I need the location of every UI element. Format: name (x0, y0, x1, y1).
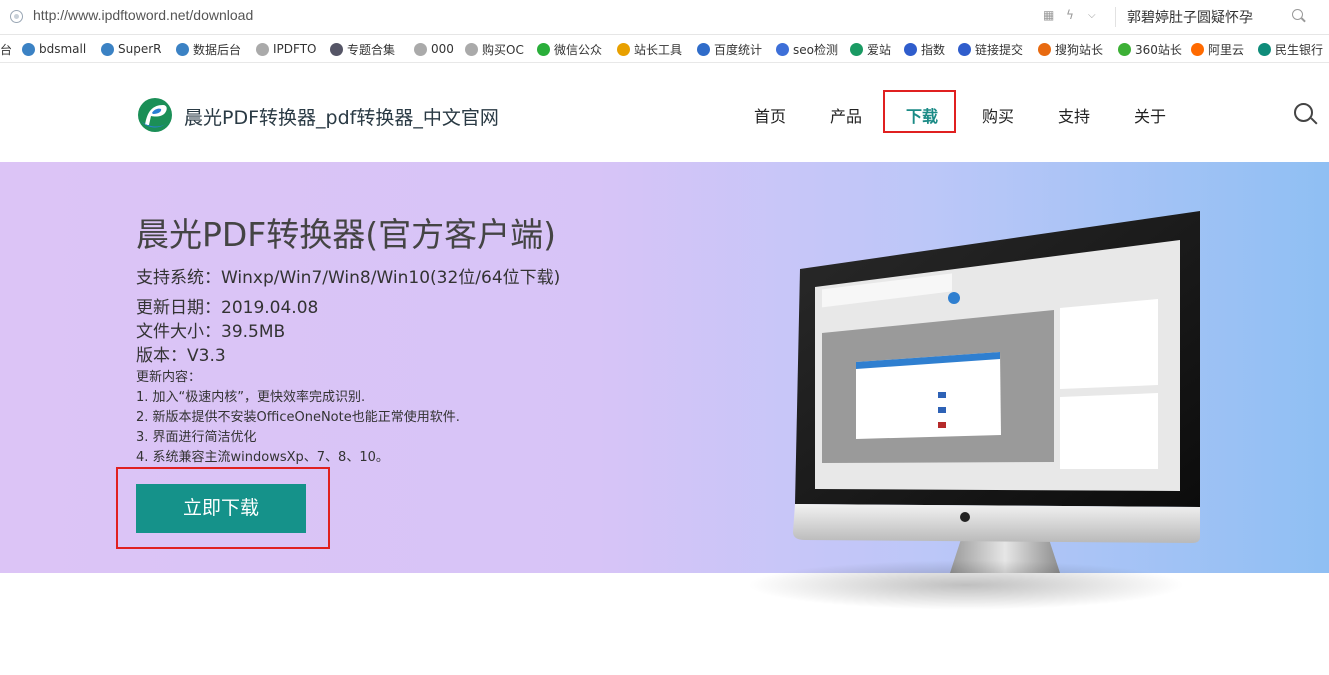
baidu-paw-icon (904, 42, 917, 56)
nav-buy[interactable]: 购买 (982, 103, 1014, 127)
bookmark-item[interactable]: 阿里云 (1191, 40, 1244, 58)
bookmark-item[interactable]: 台 (0, 40, 12, 58)
bookmark-item[interactable]: 民生银行 (1258, 40, 1323, 58)
nav-support[interactable]: 支持 (1058, 103, 1090, 127)
bookmark-label: 百度统计 (714, 42, 763, 57)
page-icon (465, 42, 478, 56)
aliyun-icon (1191, 42, 1204, 56)
sogou-icon (1038, 42, 1051, 56)
bookmark-item[interactable]: SuperR (101, 40, 162, 58)
download-button-highlight (116, 467, 330, 549)
nav-home[interactable]: 首页 (754, 103, 786, 127)
bookmark-item[interactable]: 000 (414, 40, 454, 58)
bookmark-label: seo检测 (793, 42, 838, 57)
nav-about[interactable]: 关于 (1134, 103, 1166, 127)
nav-download-highlight (883, 90, 956, 133)
globe-icon (176, 42, 189, 56)
bookmark-item[interactable]: 购买OC (465, 40, 524, 58)
site-title[interactable]: 晨光PDF转换器_pdf转换器_中文官网 (184, 103, 499, 130)
url-field[interactable]: http://www.ipdftoword.net/download (33, 7, 253, 23)
bookmark-item[interactable]: 搜狗站长 (1038, 40, 1103, 58)
bookmark-label: IPDFTO (273, 42, 317, 56)
bookmark-item[interactable]: 数据后台 (176, 40, 241, 58)
monitor-shadow (746, 560, 1186, 610)
file-size: 文件大小：39.5MB (136, 322, 286, 342)
changelog-item: 2. 新版本提供不安装OfficeOneNote也能正常使用软件. (136, 410, 460, 425)
bookmark-label: 数据后台 (193, 42, 242, 57)
baidu-paw-icon (958, 42, 971, 56)
bookmark-label: 360站长 (1135, 42, 1182, 57)
version: 版本：V3.3 (136, 346, 226, 366)
changelog-item: 4. 系统兼容主流windowsXp、7、8、10。 (136, 450, 389, 465)
bookmark-item[interactable]: 百度统计 (697, 40, 762, 58)
tool-icon (617, 42, 630, 56)
wechat-icon (537, 42, 550, 56)
bookmark-item[interactable]: 链接提交 (958, 40, 1023, 58)
bookmark-item[interactable]: IPDFTO (256, 40, 316, 58)
supported-systems: 支持系统：Winxp/Win7/Win8/Win10(32位/64位下载) (136, 268, 561, 288)
bookmark-label: 站长工具 (634, 42, 683, 57)
bookmark-label: SuperR (118, 42, 162, 56)
update-date: 更新日期：2019.04.08 (136, 298, 319, 318)
chart-icon (697, 42, 710, 56)
bookmark-label: 微信公众 (554, 42, 603, 57)
globe-icon (330, 42, 343, 56)
bookmark-label: 指数 (921, 42, 946, 57)
chevron-down-icon[interactable]: ⌵ (1088, 10, 1096, 21)
bookmark-label: 搜狗站长 (1055, 42, 1104, 57)
bookmark-label: 购买OC (482, 42, 524, 57)
address-bar: http://www.ipdftoword.net/download ▦ ϟ ⌵… (0, 0, 1329, 35)
globe-icon (101, 42, 114, 56)
bookmark-item[interactable]: 微信公众 (537, 40, 602, 58)
bookmark-item[interactable]: 爱站 (850, 40, 891, 58)
monitor-illustration (793, 211, 1200, 573)
download-banner: 晨光PDF转换器(官方客户端) 支持系统：Winxp/Win7/Win8/Win… (0, 162, 1329, 573)
bookmark-label: 爱站 (867, 42, 892, 57)
lightning-icon[interactable]: ϟ (1066, 8, 1074, 22)
bookmark-item[interactable]: 指数 (904, 40, 945, 58)
bank-icon (1258, 42, 1271, 56)
bookmark-item[interactable]: bdsmall (22, 40, 86, 58)
bookmark-label: 台 (0, 42, 13, 57)
product-title: 晨光PDF转换器(官方客户端) (136, 215, 557, 254)
nav-products[interactable]: 产品 (830, 103, 862, 127)
bookmark-label: 专题合集 (347, 42, 396, 57)
bookmark-item[interactable]: 站长工具 (617, 40, 682, 58)
grid-icon[interactable]: ▦ (1043, 8, 1054, 22)
bookmark-item[interactable]: seo检测 (776, 40, 838, 58)
bookmark-item[interactable]: 360站长 (1118, 40, 1182, 58)
bookmark-label: 民生银行 (1275, 42, 1324, 57)
360-icon (1118, 42, 1131, 56)
changelog-item: 1. 加入“极速内核”，更快效率完成识别. (136, 390, 366, 405)
divider (1115, 7, 1116, 27)
bookmark-label: 阿里云 (1208, 42, 1245, 57)
seo-icon (776, 42, 789, 56)
bookmark-label: 链接提交 (975, 42, 1024, 57)
aizhan-icon (850, 42, 863, 56)
logo-icon[interactable] (137, 97, 173, 133)
page-icon (256, 42, 269, 56)
bookmarks-bar: 台 bdsmall SuperR 数据后台 IPDFTO 专题合集 000 购买OC 微信公众 站… (0, 35, 1329, 63)
changelog-title: 更新内容： (136, 370, 202, 385)
changelog-item: 3. 界面进行简洁优化 (136, 430, 257, 445)
site-info-icon[interactable] (10, 10, 23, 23)
bookmark-label: 000 (431, 42, 454, 56)
globe-icon (22, 42, 35, 56)
site-search-icon[interactable] (1294, 103, 1313, 122)
bookmark-item[interactable]: 专题合集 (330, 40, 395, 58)
browser-search-input[interactable]: 郭碧婷肚子圆疑怀孕 (1127, 7, 1253, 27)
page-icon (414, 42, 427, 56)
search-icon[interactable] (1292, 9, 1303, 20)
bookmark-label: bdsmall (39, 42, 87, 56)
